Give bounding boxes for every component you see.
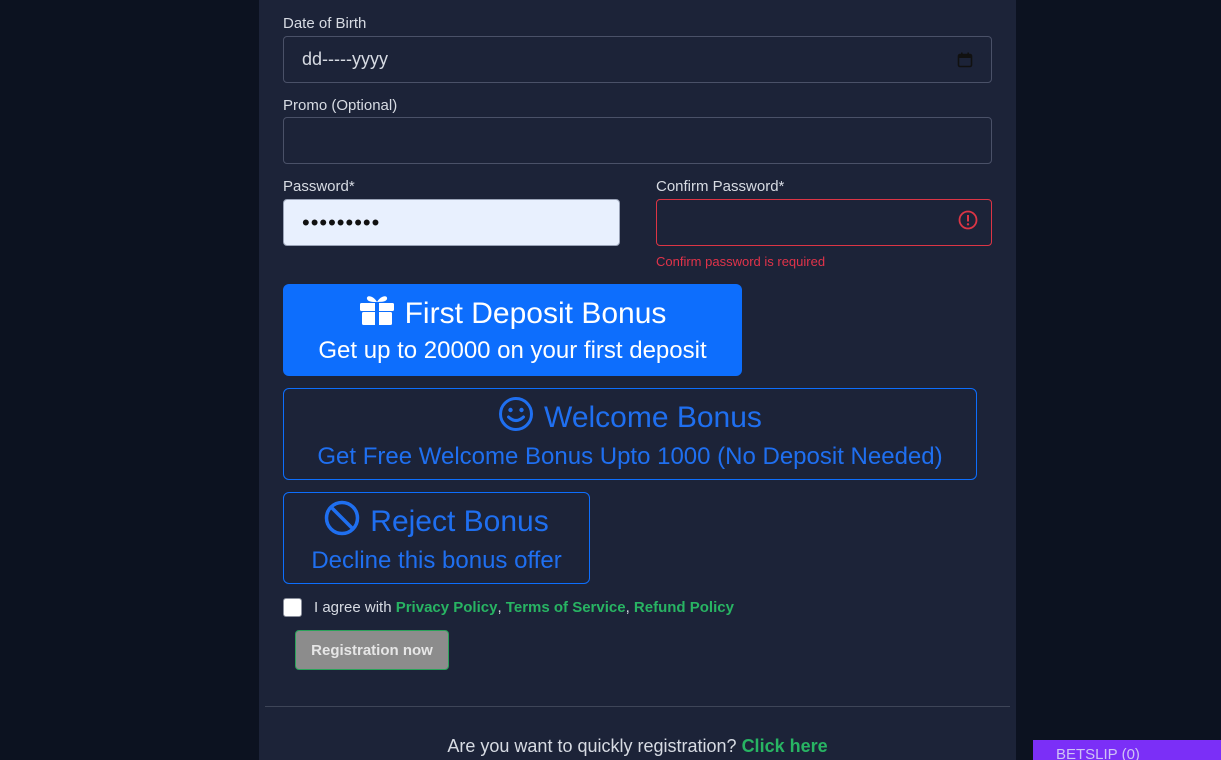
password-value: •••••••••: [302, 209, 381, 235]
agree-prefix: I agree with: [314, 598, 392, 616]
first-deposit-bonus-subtitle: Get up to 20000 on your first deposit: [318, 337, 707, 364]
betslip-button[interactable]: BETSLIP (0): [1033, 740, 1221, 760]
first-deposit-bonus-title: First Deposit Bonus: [404, 297, 667, 330]
reject-bonus-subtitle: Decline this bonus offer: [311, 547, 562, 574]
promo-label: Promo (Optional): [283, 97, 398, 114]
welcome-bonus-title: Welcome Bonus: [544, 401, 762, 434]
confirm-password-label: Confirm Password*: [656, 178, 785, 195]
ban-icon: [324, 500, 360, 544]
registration-button[interactable]: Registration now: [295, 630, 449, 670]
dob-label: Date of Birth: [283, 15, 367, 32]
dob-input[interactable]: dd-----yyyy: [283, 36, 992, 83]
divider: [265, 706, 1010, 707]
welcome-bonus-subtitle: Get Free Welcome Bonus Upto 1000 (No Dep…: [317, 443, 943, 470]
refund-policy-link[interactable]: Refund Policy: [634, 599, 734, 616]
terms-of-service-link[interactable]: Terms of Service: [506, 599, 626, 616]
dob-placeholder: dd-----yyyy: [302, 49, 388, 69]
confirm-password-error: Confirm password is required: [656, 254, 826, 269]
reject-bonus-option[interactable]: Reject Bonus Decline this bonus offer: [283, 492, 590, 584]
password-label: Password*: [283, 178, 355, 195]
reject-bonus-title: Reject Bonus: [370, 505, 549, 538]
first-deposit-bonus-option[interactable]: First Deposit Bonus Get up to 20000 on y…: [283, 284, 742, 376]
agree-separator: ,: [497, 598, 502, 616]
smile-icon: [498, 396, 534, 440]
gift-icon: [359, 294, 395, 334]
quick-registration-row: Are you want to quickly registration? Cl…: [259, 736, 1016, 757]
privacy-policy-link[interactable]: Privacy Policy: [396, 599, 498, 616]
agree-separator: ,: [625, 598, 630, 616]
agreement-row: I agree with Privacy Policy, Terms of Se…: [283, 596, 734, 618]
quick-registration-link[interactable]: Click here: [742, 736, 828, 756]
password-input[interactable]: •••••••••: [283, 199, 620, 246]
promo-input[interactable]: [283, 117, 992, 164]
welcome-bonus-option[interactable]: Welcome Bonus Get Free Welcome Bonus Upt…: [283, 388, 977, 480]
error-icon: [958, 210, 978, 235]
quick-registration-text: Are you want to quickly registration?: [447, 736, 737, 756]
agree-checkbox[interactable]: [283, 597, 302, 617]
registration-panel: Date of Birth dd-----yyyy Promo (Optiona…: [259, 0, 1016, 760]
calendar-icon[interactable]: [957, 52, 973, 68]
confirm-password-input[interactable]: [656, 199, 992, 246]
